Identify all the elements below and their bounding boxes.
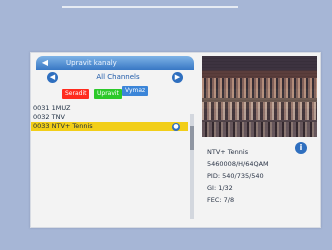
chevron-right-icon[interactable]: ▶ [172, 72, 183, 83]
back-arrow-icon[interactable]: ◀ [38, 57, 52, 69]
channel-fec: FEC: 7/8 [207, 196, 235, 204]
video-preview [202, 56, 317, 137]
channel-frequency: 5460008/H/64QAM [207, 160, 269, 168]
group-label: All Channels [96, 73, 140, 81]
preview-crowd-band [202, 122, 317, 137]
chevron-left-icon[interactable]: ◀ [47, 72, 58, 83]
sort-button[interactable]: Seradit [62, 89, 90, 99]
list-scrollbar[interactable] [190, 114, 194, 219]
channel-list-pane: ◀ Upravit kanaly ◀ All Channels ▶ Seradi… [31, 53, 197, 227]
channel-label: 0033 NTV+ Tennis [33, 122, 93, 130]
delete-button[interactable]: Vymaz [122, 86, 149, 96]
channel-label: 0032 TNV [33, 113, 65, 121]
channel-list: 0031 1MUZ 0032 TNV 0033 NTV+ Tennis ● [31, 104, 197, 131]
channel-pid: PID: 540/735/540 [207, 172, 264, 180]
list-item[interactable]: 0031 1MUZ [31, 104, 197, 113]
list-item-selected[interactable]: 0033 NTV+ Tennis ● [31, 122, 188, 131]
preview-crowd-band [202, 102, 317, 120]
favorite-icon: ● [172, 122, 180, 131]
channel-name: NTV+ Tennis [207, 148, 249, 156]
preview-crowd-band [202, 78, 317, 98]
group-selector[interactable]: ◀ All Channels ▶ [39, 72, 191, 84]
channel-editor-window: ◀ Upravit kanaly ◀ All Channels ▶ Seradi… [30, 52, 321, 228]
list-item[interactable]: 0032 TNV [31, 113, 197, 122]
channel-label: 0031 1MUZ [33, 104, 71, 112]
menu-title-bar: ◀ Upravit kanaly [36, 56, 194, 70]
menu-title: Upravit kanaly [66, 59, 117, 67]
channel-details: NTV+ Tennis 5460008/H/64QAM PID: 540/735… [207, 146, 315, 206]
channel-info-pane: i NTV+ Tennis 5460008/H/64QAM PID: 540/7… [199, 53, 320, 227]
scrollbar-thumb[interactable] [190, 126, 194, 150]
channel-gi: GI: 1/32 [207, 184, 233, 192]
edit-button[interactable]: Upravit [94, 89, 122, 99]
top-divider-line [62, 6, 238, 8]
